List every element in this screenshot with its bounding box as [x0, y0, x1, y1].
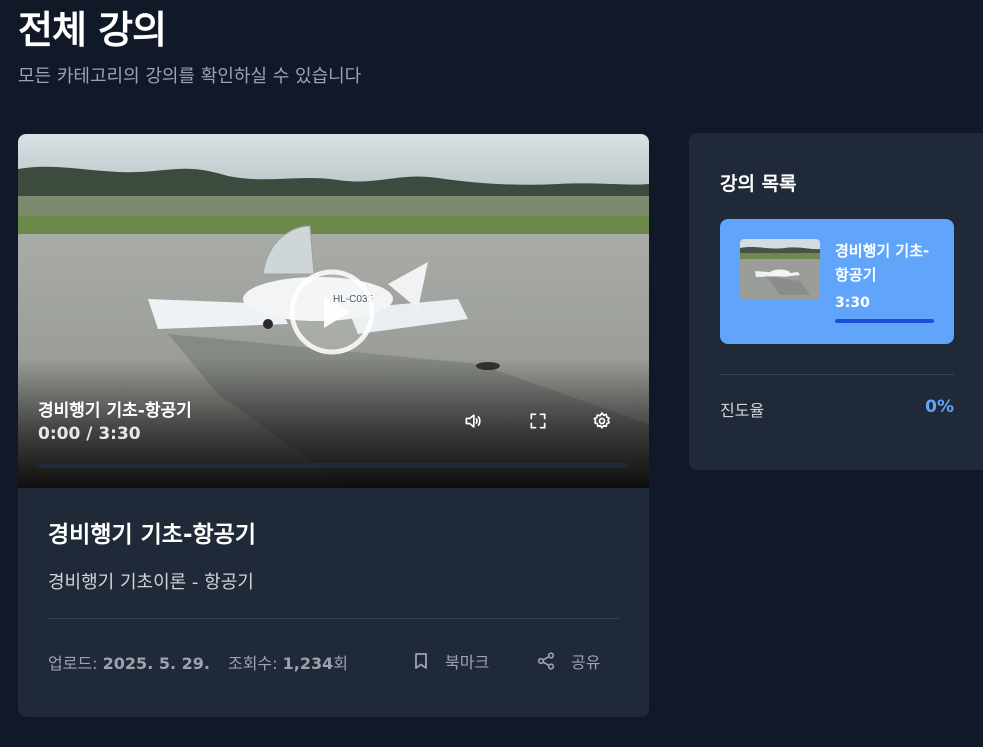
page-subtitle: 모든 카테고리의 강의를 확인하실 수 있습니다: [18, 66, 362, 87]
playlist-title: 강의 목록: [720, 173, 797, 195]
video-player[interactable]: HL-C035 경비행기 기초-항공기 0:00 / 3:30: [18, 134, 649, 488]
progress-value: 0%: [925, 397, 954, 417]
video-overlay-title: 경비행기 기초-항공기: [38, 401, 192, 421]
views-unit: 회: [333, 654, 348, 673]
video-progress-bar[interactable]: [38, 463, 629, 468]
view-count: 조회수: 1,234회: [228, 650, 348, 674]
settings-icon: [593, 411, 611, 430]
video-time: 0:00 / 3:30: [38, 424, 141, 444]
playlist-thumbnail: [740, 239, 820, 299]
playlist-item-title: 경비행기 기초-항공기: [835, 242, 930, 284]
page-title: 전체 강의: [18, 8, 167, 52]
lecture-card: HL-C035 경비행기 기초-항공기 0:00 / 3:30: [18, 134, 649, 717]
lecture-description: 경비행기 기초이론 - 항공기: [48, 572, 254, 593]
progress-label: 진도율: [720, 401, 765, 420]
volume-icon: [465, 414, 481, 428]
lecture-title: 경비행기 기초-항공기: [48, 522, 256, 548]
play-button[interactable]: [288, 268, 376, 356]
bookmark-icon: [415, 653, 427, 669]
bookmark-label: 북마크: [445, 653, 490, 672]
playlist-panel: 강의 목록 경비행기 기초-항공기 3:30 진도율 0%: [689, 133, 983, 470]
share-label: 공유: [571, 653, 601, 672]
views-count-value: 1,234: [282, 654, 334, 673]
video-overlay-gradient: [18, 358, 649, 488]
upload-date-value: 2025. 5. 29.: [102, 654, 210, 673]
playlist-item-active[interactable]: 경비행기 기초-항공기 3:30: [720, 219, 954, 344]
share-icon: [537, 652, 555, 670]
upload-label: 업로드:: [48, 654, 98, 673]
fullscreen-icon: [530, 413, 546, 429]
playlist-item-progress: [835, 319, 934, 323]
fullscreen-button[interactable]: [525, 408, 551, 434]
share-button[interactable]: 공유: [537, 649, 600, 673]
volume-button[interactable]: [460, 408, 486, 434]
playlist-item-duration: 3:30: [835, 295, 870, 311]
settings-button[interactable]: [589, 408, 615, 434]
upload-date: 업로드: 2025. 5. 29.: [48, 650, 210, 674]
views-label: 조회수:: [227, 654, 278, 673]
bookmark-button[interactable]: 북마크: [413, 649, 489, 673]
play-icon: [289, 269, 375, 355]
divider: [720, 374, 954, 375]
